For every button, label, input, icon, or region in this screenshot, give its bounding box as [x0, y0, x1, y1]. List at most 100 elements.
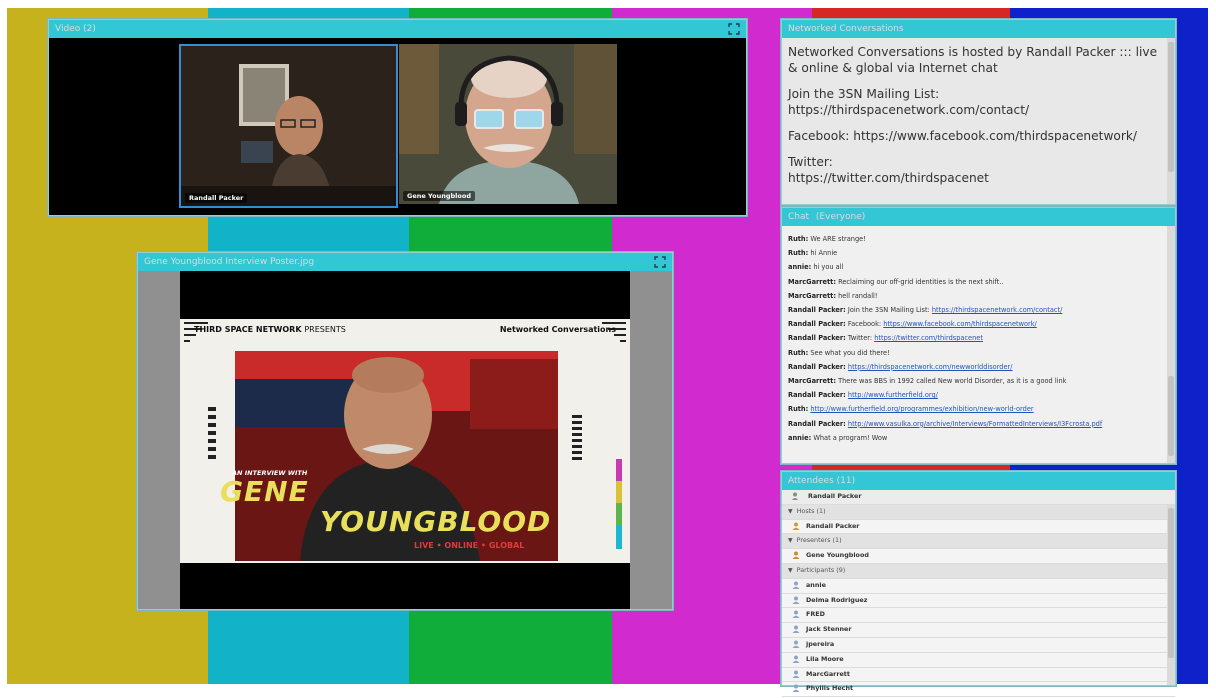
chat-scrollbar[interactable] — [1167, 226, 1175, 463]
chat-message: MarcGarrett: hell randall! — [788, 289, 1169, 303]
chat-link[interactable]: http://www.furtherfield.org/ — [848, 391, 938, 399]
color-bar — [7, 606, 208, 684]
attendee-name: Gene Youngblood — [806, 551, 869, 560]
attendee-group-label: Hosts (1) — [796, 506, 826, 515]
poster-presents: PRESENTS — [304, 325, 346, 334]
chat-sender: annie: — [788, 433, 812, 442]
attendee-name: jpereira — [806, 639, 835, 648]
attendee-row[interactable]: Gene Youngblood — [782, 549, 1175, 564]
chat-message: Randall Packer: https://thirdspacenetwor… — [788, 360, 1169, 374]
attendee-row[interactable]: Randall Packer — [782, 520, 1175, 535]
chat-link[interactable]: https://twitter.com/thirdspacenet — [874, 334, 983, 342]
video-pod: Video (2) Randall Packer Gene Youngblood — [48, 19, 747, 216]
chat-text: Twitter: — [847, 334, 875, 343]
chat-text: See what you did there! — [810, 348, 890, 357]
attendee-row[interactable]: Lila Moore — [782, 653, 1175, 668]
chat-sender: MarcGarrett: — [788, 291, 836, 300]
chat-text: hi Annie — [810, 249, 838, 258]
share-stage: THIRD SPACE NETWORK PRESENTS Networked C… — [138, 271, 672, 609]
chat-link[interactable]: https://www.facebook.com/thirdspacenetwo… — [883, 320, 1037, 328]
chat-message: Randall Packer: Twitter: https://twitter… — [788, 331, 1169, 345]
attendee-name: Randall Packer — [806, 521, 860, 530]
chevron-down-icon: ▼ — [788, 507, 793, 515]
attendee-name: annie — [806, 580, 826, 589]
fullscreen-icon[interactable] — [728, 23, 740, 35]
chat-message: MarcGarrett: There was BBS in 1992 calle… — [788, 374, 1169, 388]
chat-sender: Ruth: — [788, 249, 809, 258]
chat-sender: Randall Packer: — [788, 362, 846, 371]
chat-message: Ruth: See what you did there! — [788, 346, 1169, 360]
chat-text: There was BBS in 1992 called New world D… — [838, 377, 1067, 386]
attendees-scrollbar[interactable] — [1167, 504, 1175, 685]
chat-message: Randall Packer: Join the 3SN Mailing Lis… — [788, 303, 1169, 317]
share-pod-titlebar: Gene Youngblood Interview Poster.jpg — [138, 253, 672, 271]
scroll-thumb[interactable] — [1168, 508, 1174, 658]
video-stage: Randall Packer Gene Youngblood — [49, 38, 746, 215]
chat-message: Randall Packer: http://www.furtherfield.… — [788, 388, 1169, 402]
attendee-group-label: Presenters (1) — [796, 536, 842, 545]
chat-pod-subtitle: (Everyone) — [815, 212, 866, 222]
color-bar — [409, 606, 612, 684]
person-icon — [792, 596, 800, 604]
camera-feed-gene[interactable]: Gene Youngblood — [399, 44, 617, 204]
chat-message: annie: hi you all — [788, 260, 1169, 274]
chat-link[interactable]: http://www.vasulka.org/archive/Interview… — [848, 420, 1102, 428]
attendee-row[interactable]: MarcGarrett — [782, 668, 1175, 683]
chat-sender: Ruth: — [788, 348, 809, 357]
attendee-group-header[interactable]: ▼ Presenters (1) — [782, 534, 1175, 550]
chat-pod-titlebar: Chat (Everyone) — [782, 208, 1175, 226]
attendee-row[interactable]: Delma Rodriguez — [782, 594, 1175, 609]
notes-paragraph: Networked Conversations is hosted by Ran… — [788, 45, 1158, 75]
poster-series: Networked Conversations — [499, 325, 616, 334]
attendee-name: Jack Stenner — [806, 625, 852, 634]
attendee-row[interactable]: jpereira — [782, 638, 1175, 653]
color-bar — [208, 606, 409, 684]
chat-sender: MarcGarrett: — [788, 377, 836, 386]
share-pod-title: Gene Youngblood Interview Poster.jpg — [144, 257, 315, 267]
chat-text: What a program! Wow — [813, 433, 888, 442]
person-icon — [792, 640, 800, 648]
poster-name-first: GENE — [220, 475, 309, 508]
chat-pod-title: Chat — [788, 212, 810, 222]
attendee-name: Phyllis Hecht — [806, 684, 854, 693]
chat-message: Randall Packer: Facebook: https://www.fa… — [788, 317, 1169, 331]
attendee-row[interactable]: Phyllis Hecht — [782, 682, 1175, 698]
fullscreen-icon[interactable] — [654, 256, 666, 268]
chat-message: Ruth: http://www.furtherfield.org/progra… — [788, 402, 1169, 416]
my-status-row[interactable]: Randall Packer — [782, 490, 1175, 505]
chat-sender: Randall Packer: — [788, 306, 846, 315]
camera-label: Gene Youngblood — [403, 191, 475, 201]
attendee-name: FRED — [806, 610, 825, 619]
gene-video-image — [399, 44, 617, 204]
chat-sender: Randall Packer: — [788, 320, 846, 329]
person-icon — [792, 684, 800, 693]
attendee-row[interactable]: annie — [782, 579, 1175, 594]
chat-pod: Chat (Everyone) Ruth: We ARE strange! Rut… — [781, 207, 1176, 464]
chat-message: Ruth: hi Annie — [788, 246, 1169, 260]
chat-link[interactable]: https://thirdspacenetwork.com/newworlddi… — [848, 363, 1013, 371]
attendees-pod-title: Attendees (11) — [788, 476, 856, 486]
person-icon — [792, 522, 800, 530]
attendee-row[interactable]: Jack Stenner — [782, 623, 1175, 638]
shared-document[interactable]: THIRD SPACE NETWORK PRESENTS Networked C… — [180, 271, 630, 609]
video-pod-titlebar: Video (2) — [49, 20, 746, 38]
attendee-group-label: Participants (9) — [796, 565, 846, 574]
chevron-down-icon: ▼ — [788, 537, 793, 545]
attendee-group-header[interactable]: ▼ Hosts (1) — [782, 504, 1175, 520]
person-icon — [792, 625, 800, 634]
attendee-group-header[interactable]: ▼ Participants (9) — [782, 563, 1175, 579]
chat-link[interactable]: http://www.furtherfield.org/programmes/e… — [810, 405, 1033, 413]
chat-sender: Ruth: — [788, 405, 809, 414]
attendee-row[interactable]: FRED — [782, 608, 1175, 624]
chat-link[interactable]: https://thirdspacenetwork.com/contact/ — [932, 306, 1062, 314]
chat-sender: Randall Packer: — [788, 391, 846, 400]
chevron-down-icon: ▼ — [788, 566, 793, 574]
scroll-thumb[interactable] — [1168, 376, 1174, 456]
scroll-thumb[interactable] — [1168, 42, 1174, 172]
chat-sender: MarcGarrett: — [788, 277, 836, 286]
camera-feed-randall[interactable]: Randall Packer — [179, 44, 398, 208]
user-status-icon — [792, 492, 800, 500]
notes-pod: Networked Conversations Networked Conver… — [781, 19, 1176, 205]
notes-pod-title: Networked Conversations — [788, 24, 904, 34]
notes-scrollbar[interactable] — [1167, 38, 1175, 204]
